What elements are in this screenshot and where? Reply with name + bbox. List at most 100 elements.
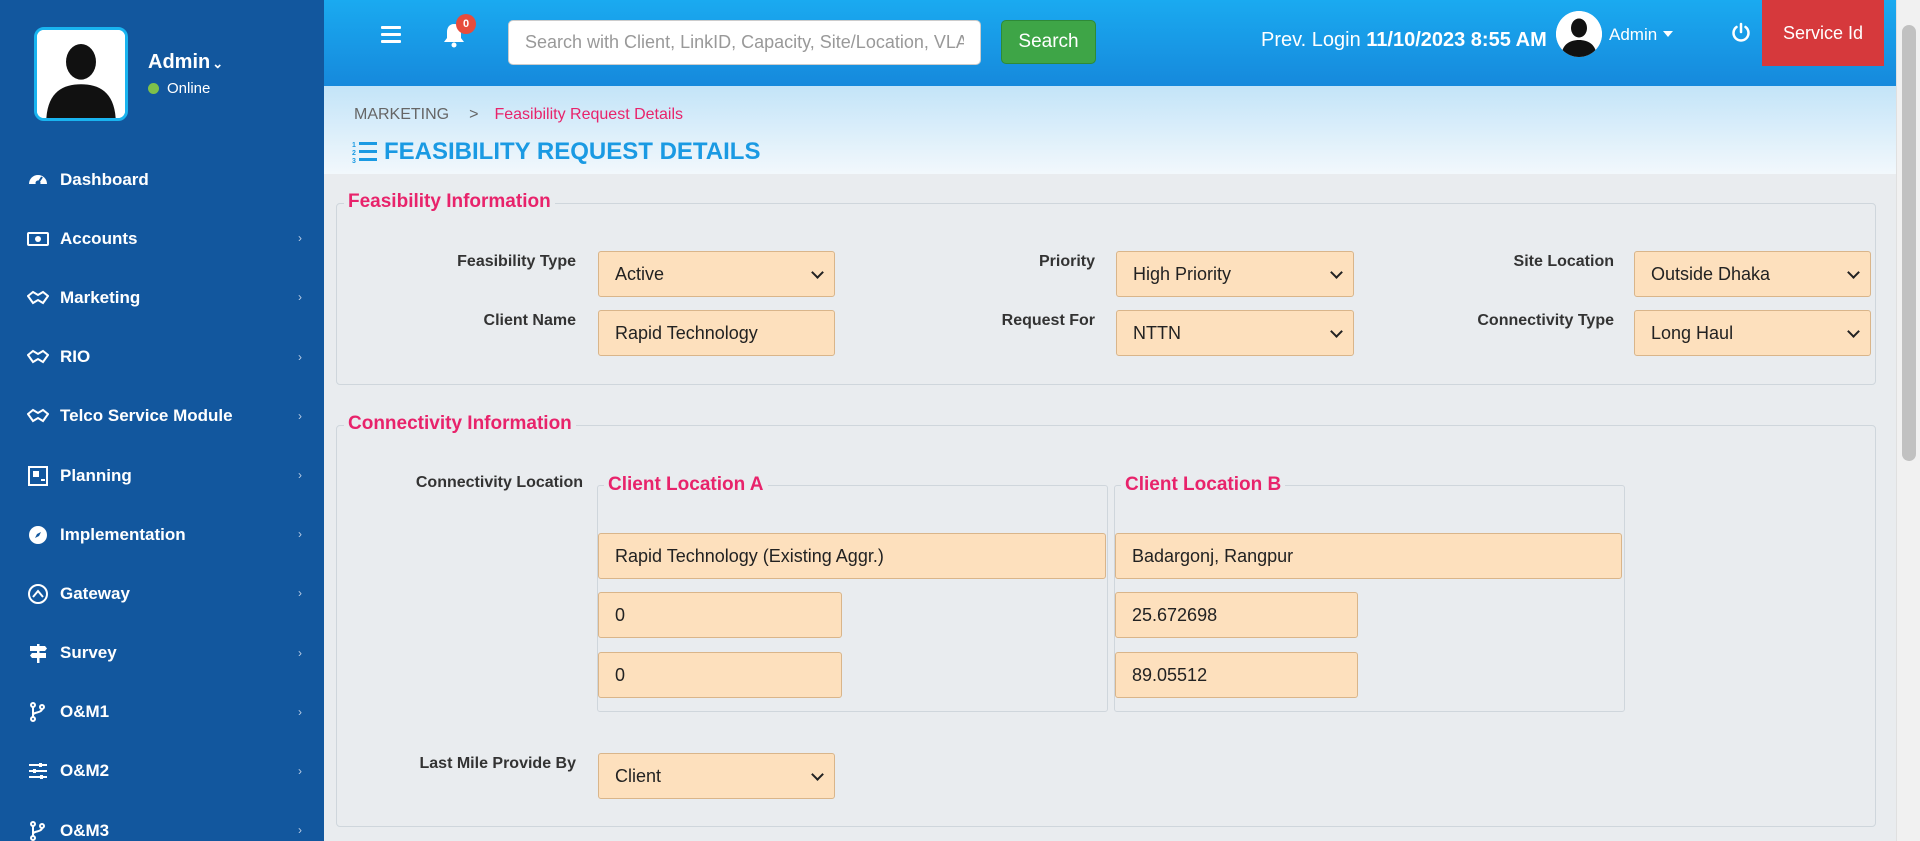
feasibility-type-label: Feasibility Type [457,253,576,270]
handshake-icon [26,346,50,368]
chevron-right-icon: › [298,290,302,305]
sidebar-item-dashboard[interactable]: Dashboard [0,150,324,209]
sidebar-item-om3[interactable]: O&M3 › [0,801,324,841]
branch-icon [26,701,50,723]
request-for-select[interactable]: NTTN [1116,310,1354,356]
connectivity-type-select[interactable]: Long Haul [1634,310,1871,356]
location-b-name-field[interactable]: Badargonj, Rangpur [1115,533,1622,579]
location-a-longitude-field[interactable]: 0 [598,652,842,698]
chevron-down-icon [1847,266,1860,279]
sidebar-item-telco-service-module[interactable]: Telco Service Module › [0,387,324,446]
sidebar-item-label: Accounts [60,228,138,248]
power-icon[interactable] [1730,22,1752,44]
priority-label: Priority [1038,253,1095,270]
breadcrumb-current: Feasibility Request Details [494,106,683,123]
page-title: 1 2 3 FEASIBILITY REQUEST DETAILS [352,138,761,165]
chevron-down-icon [811,266,824,279]
breadcrumb-separator: > [469,106,479,123]
chevron-right-icon: › [298,231,302,246]
sidebar-item-label: O&M3 [60,820,110,840]
priority-select[interactable]: High Priority [1116,251,1354,297]
svg-text:2: 2 [352,150,356,157]
compass-icon [26,524,50,546]
request-for-label: Request For [1001,312,1095,329]
chevron-right-icon: › [298,349,302,364]
feasibility-legend: Feasibility Information [344,191,555,213]
sidebar-item-label: RIO [60,347,91,367]
page-header: MARKETING > Feasibility Request Details 1 … [324,86,1896,174]
client-name-field[interactable]: Rapid Technology [598,310,835,356]
planning-icon [26,465,50,487]
svg-text:3: 3 [352,158,356,165]
chevron-down-icon [1330,266,1343,279]
chevron-right-icon: › [298,823,302,838]
signpost-icon [26,642,50,664]
profile-name[interactable]: Admin ⌄ [148,51,223,74]
sidebar-item-om1[interactable]: O&M1 › [0,683,324,742]
sidebar-item-label: Planning [60,465,132,485]
sidebar-item-label: Survey [60,643,117,663]
location-a-name-field[interactable]: Rapid Technology (Existing Aggr.) [598,533,1106,579]
search-input[interactable] [508,20,981,65]
status-dot-icon [148,83,159,94]
search-button[interactable]: Search [1001,20,1096,64]
online-status: Online [148,80,210,97]
sliders-icon [26,760,50,782]
sidebar-item-label: Gateway [60,583,130,603]
user-silhouette-icon [1556,11,1602,57]
sidebar-item-label: Implementation [60,524,186,544]
chevron-right-icon: › [298,645,302,660]
chevron-right-icon: › [298,586,302,601]
sidebar-item-accounts[interactable]: Accounts › [0,209,324,268]
sidebar-item-planning[interactable]: Planning › [0,446,324,505]
sidebar-item-implementation[interactable]: Implementation › [0,505,324,564]
connectivity-type-label: Connectivity Type [1477,312,1614,329]
sidebar-nav: Dashboard Accounts › Marketing › RIO › T… [0,150,324,841]
menu-toggle-icon[interactable] [381,26,401,44]
chevron-down-icon [811,768,824,781]
client-location-a-legend: Client Location A [604,474,768,496]
gateway-icon [26,583,50,605]
user-silhouette-icon [37,30,125,118]
svg-text:1: 1 [352,142,356,149]
breadcrumb-parent[interactable]: MARKETING [354,106,449,123]
admin-avatar[interactable] [1556,11,1602,57]
prev-login: Prev. Login 11/10/2023 8:55 AM [1261,29,1547,51]
feasibility-type-select[interactable]: Active [598,251,835,297]
site-location-label: Site Location [1513,253,1614,270]
money-icon [26,228,50,250]
location-b-longitude-field[interactable]: 89.05512 [1115,652,1358,698]
chevron-down-icon: ⌄ [212,56,224,71]
sidebar-item-label: O&M1 [60,702,110,722]
last-mile-select[interactable]: Client [598,753,835,799]
sidebar-item-rio[interactable]: RIO › [0,328,324,387]
caret-down-icon [1663,31,1674,37]
sidebar-item-om2[interactable]: O&M2 › [0,742,324,801]
sidebar-item-label: Marketing [60,287,141,307]
handshake-icon [26,405,50,427]
chevron-right-icon: › [298,763,302,778]
client-name-label: Client Name [483,312,576,329]
sidebar-item-label: Dashboard [60,169,149,189]
dashboard-icon [26,169,50,191]
chevron-right-icon: › [298,704,302,719]
chevron-down-icon [1847,325,1860,338]
site-location-select[interactable]: Outside Dhaka [1634,251,1871,297]
client-location-b-legend: Client Location B [1121,474,1286,496]
connectivity-legend: Connectivity Information [344,413,576,435]
notification-badge: 0 [456,14,476,34]
sidebar: Admin ⌄ Online Dashboard Accounts › Marke… [0,0,324,841]
location-b-latitude-field[interactable]: 25.672698 [1115,592,1358,638]
sidebar-item-survey[interactable]: Survey › [0,624,324,683]
profile-avatar [34,27,128,121]
service-id-button[interactable]: Service Id [1762,0,1884,66]
scrollbar[interactable] [1896,0,1920,841]
breadcrumb: MARKETING > Feasibility Request Details [354,106,683,124]
chevron-right-icon: › [298,527,302,542]
chevron-right-icon: › [298,467,302,482]
location-a-latitude-field[interactable]: 0 [598,592,842,638]
sidebar-item-marketing[interactable]: Marketing › [0,268,324,327]
sidebar-item-gateway[interactable]: Gateway › [0,564,324,623]
scroll-thumb[interactable] [1902,25,1916,461]
admin-menu[interactable]: Admin [1609,25,1674,45]
